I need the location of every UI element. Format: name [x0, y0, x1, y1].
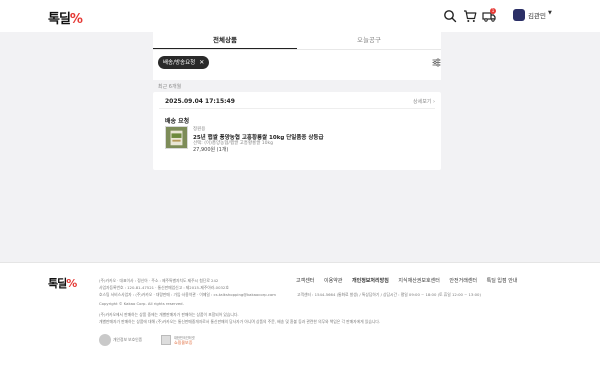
- notice-line-1: (주)카카오에서 판매하는 상품 중에는 개별판매자가 판매하는 상품이 포함되…: [99, 312, 239, 317]
- cart-icon[interactable]: [463, 9, 477, 23]
- certification-badge-icon: [99, 334, 111, 346]
- search-icon[interactable]: [443, 9, 457, 23]
- footer-link-seller-entry[interactable]: 톡딜 입점 안내: [487, 278, 518, 284]
- guarantee-badge-icon: [161, 335, 171, 345]
- footer-link-terms[interactable]: 이용약관: [324, 278, 342, 284]
- footer-link-safe-trade[interactable]: 안전거래센터: [449, 278, 477, 284]
- footer-link-customer-center[interactable]: 고객센터: [296, 278, 314, 284]
- notice-line-2: 개별판매자가 판매하는 상품에 대해 (주)카카오는 통신판매중개자로서 통신판…: [99, 319, 381, 324]
- order-detail-link[interactable]: 상세보기 ›: [413, 98, 435, 105]
- product-price: 27,900원 (1개): [193, 147, 229, 153]
- tab-divider: [153, 49, 441, 50]
- footer: 톡딜% (주)카카오 · 대표이사 : 정신아 · 주소 : 제주특별자치도 제…: [0, 262, 600, 365]
- avatar[interactable]: [513, 9, 525, 21]
- copyright: Copyright © Kakao Corp. All rights reser…: [99, 301, 184, 306]
- user-name[interactable]: 김관민: [528, 10, 546, 20]
- logo[interactable]: 톡딜%: [48, 8, 83, 27]
- company-info: (주)카카오 · 대표이사 : 정신아 · 주소 : 제주특별자치도 제주시 첨…: [99, 278, 219, 283]
- filter-chip-label: 배송/방송요청: [163, 60, 196, 66]
- filter-chip[interactable]: 배송/방송요청 ✕: [158, 56, 210, 69]
- filter-settings-icon[interactable]: [432, 58, 441, 67]
- footer-link-ip-center[interactable]: 지식재산권보호센터: [398, 278, 439, 284]
- chevron-down-icon[interactable]: ▼: [548, 10, 552, 16]
- order-date: 2025.09.04 17:15:49: [165, 98, 235, 105]
- tabs-panel: 전체상품 오늘공구 배송/방송요청 ✕: [153, 32, 441, 80]
- tab-all-products[interactable]: 전체상품: [153, 32, 297, 49]
- divider: [159, 108, 435, 109]
- guarantee-text-2: 쇼핑몰보증: [174, 340, 193, 345]
- business-info: 사업자등록번호 : 120-81-47521 · 통신판매업신고 : 제2015…: [99, 285, 229, 290]
- period-label: 최근 6개월: [158, 84, 182, 90]
- certification-text: 개인정보 보호인증: [113, 337, 143, 342]
- top-header: 톡딜% 1 김관민 ▼: [0, 0, 600, 32]
- notification-badge: 1: [490, 8, 496, 14]
- footer-link-privacy[interactable]: 개인정보처리방침: [352, 278, 389, 284]
- tab-today-group[interactable]: 오늘공구: [297, 32, 441, 49]
- request-status: 배송 요청: [165, 118, 190, 125]
- contact-info: 고객센터 : 1544-5664 (통화료 발생) / 톡상담하기 / 상담시간…: [297, 292, 481, 297]
- footer-links: 고객센터 이용약관 개인정보처리방침 지식재산권보호센터 안전거래센터 톡딜 입…: [296, 277, 525, 284]
- hosting-info: 호스팅 서비스사업자 : (주)카카오 · 대량판매 : 가입·사용약관 · 이…: [99, 292, 276, 297]
- close-icon[interactable]: ✕: [199, 59, 204, 66]
- footer-logo: 톡딜%: [48, 277, 77, 290]
- order-card: 2025.09.04 17:15:49 상세보기 › 배송 요청 정원용 25년…: [153, 92, 441, 170]
- seller-name[interactable]: 정원용: [193, 126, 205, 132]
- product-thumbnail[interactable]: [165, 126, 188, 149]
